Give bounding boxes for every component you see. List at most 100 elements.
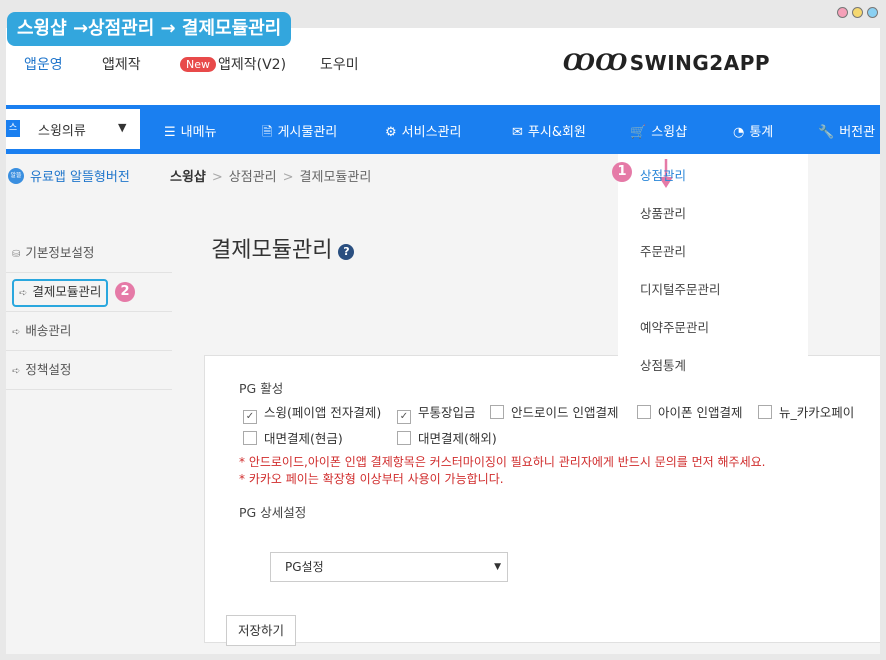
breadcrumb-item[interactable]: 상점관리 <box>229 170 277 185</box>
main-nav-bar: 스 스윙의류 ▼ ☰ 내메뉴 🗎 게시물관리 ⚙ 서비스관리 ✉ 푸시&회원 🛒 스윙샵 … <box>6 105 880 154</box>
top-nav-help[interactable]: 도우미 <box>320 54 359 74</box>
step-marker-two: 2 <box>115 282 135 302</box>
sidebar-item-label: 배송관리 <box>25 323 72 338</box>
app-frame: 앱운영 앱제작 New 앱제작(V2) 도우미 ꝎꝎ SWING2APP 스 스윙의… <box>6 28 880 654</box>
drive-icon: ⛁ <box>12 249 21 260</box>
app-select-dropdown[interactable]: 스 스윙의류 ▼ <box>6 109 140 149</box>
sidebar-item-label: 결제모듈관리 <box>32 284 102 299</box>
pg-settings-select[interactable]: PG설정 ▼ <box>270 552 508 582</box>
nav-label: 푸시&회원 <box>527 125 586 140</box>
checkbox-icon[interactable] <box>490 405 504 419</box>
caret-down-icon: ▼ <box>494 562 501 572</box>
sidebar: ⛁ 기본정보설정 ➪ 결제모듈관리 2 ➪ 배송관리 ➪ 정책설정 <box>6 234 172 390</box>
wrench-icon: 🔧 <box>818 125 835 140</box>
sidebar-item-payment-module[interactable]: ➪ 결제모듈관리 2 <box>6 273 172 312</box>
option-bank-transfer[interactable]: ✓ 무통장입금 <box>397 402 476 424</box>
logo-text: SWING2APP <box>629 51 771 75</box>
breadcrumb-separator: > <box>211 170 223 185</box>
sidebar-item-policy[interactable]: ➪ 정책설정 <box>6 351 172 390</box>
checkbox-checked-icon[interactable]: ✓ <box>243 410 257 424</box>
cart-icon: 🛒 <box>630 125 647 140</box>
option-label: 대면결제(현금) <box>264 431 343 446</box>
window-controls <box>837 7 878 18</box>
warning-kakaopay: * 카카오 페이는 확장형 이상부터 사용이 가능합니다. <box>239 472 504 486</box>
nav-label: 내메뉴 <box>180 125 217 140</box>
window-dot-icon[interactable] <box>837 7 848 18</box>
app-icon: 스 <box>6 120 20 137</box>
pg-detail-label: PG 상세설정 <box>239 505 307 520</box>
paid-badge-icon: 알뜰 <box>8 168 24 184</box>
page-title: 결제모듈관리? <box>211 232 355 264</box>
checkbox-icon[interactable] <box>243 431 257 445</box>
dropdown-item-order-manage[interactable]: 주문관리 <box>640 241 686 260</box>
window-dot-icon[interactable] <box>867 7 878 18</box>
nav-my-menu[interactable]: ☰ 내메뉴 <box>164 121 217 140</box>
nav-swing-shop[interactable]: 🛒 스윙샵 <box>630 121 687 140</box>
nav-label: 게시물관리 <box>277 125 338 140</box>
top-nav-app-build-v2[interactable]: New 앱제작(V2) <box>180 54 286 74</box>
save-button[interactable]: 저장하기 <box>226 615 297 646</box>
pg-active-label: PG 활성 <box>239 381 284 396</box>
option-label: 스윙(페이앱 전자결제) <box>264 405 382 420</box>
breadcrumb-separator: > <box>282 170 294 185</box>
breadcrumb: 스윙샵 > 상점관리 > 결제모듈관리 <box>170 166 371 185</box>
option-face-overseas[interactable]: 대면결제(해외) <box>397 428 497 447</box>
gear-icon: ⚙ <box>385 125 397 140</box>
chart-icon: ◔ <box>733 125 745 140</box>
help-icon[interactable]: ? <box>338 244 355 260</box>
nav-posts[interactable]: 🗎 게시물관리 <box>262 121 337 145</box>
logo-mark-icon: ꝎꝎ <box>563 50 628 76</box>
sidebar-item-basic-info[interactable]: ⛁ 기본정보설정 <box>6 234 172 273</box>
option-label: 대면결제(해외) <box>418 431 497 446</box>
page-title-text: 결제모듈관리 <box>211 238 333 263</box>
sidebar-highlight: ➪ 결제모듈관리 <box>12 279 109 307</box>
shop-dropdown-menu: 1 상점관리 상품관리 주문관리 디지털주문관리 예약주문관리 상점통계 <box>612 154 808 377</box>
nav-label: 스윙샵 <box>651 125 688 140</box>
option-kakaopay[interactable]: 뉴_카카오페이 <box>758 402 854 421</box>
sidebar-item-shipping[interactable]: ➪ 배송관리 <box>6 312 172 351</box>
breadcrumb-item: 결제모듈관리 <box>299 170 372 185</box>
paid-version-link[interactable]: 유료앱 알뜰형버전 <box>30 166 130 185</box>
dropdown-item-shop-stats[interactable]: 상점통계 <box>640 355 686 374</box>
nav-label: 버전관 <box>839 125 876 140</box>
swing2app-logo[interactable]: ꝎꝎ SWING2APP <box>563 50 770 76</box>
sidebar-item-label: 기본정보설정 <box>25 245 95 260</box>
new-badge: New <box>180 57 216 72</box>
option-android-iap[interactable]: 안드로이드 인앱결제 <box>490 402 618 421</box>
arrow-right-icon: ➪ <box>12 366 21 377</box>
app-select-value: 스윙의류 <box>38 124 86 139</box>
top-nav-app-build[interactable]: 앱제작 <box>102 54 141 74</box>
dropdown-item-shop-manage[interactable]: 상점관리 <box>640 165 686 184</box>
option-face-cash[interactable]: 대면결제(현금) <box>243 428 343 447</box>
dropdown-item-digital-order[interactable]: 디지털주문관리 <box>640 279 721 298</box>
menu-icon: ☰ <box>164 125 176 140</box>
top-nav-label: 앱제작(V2) <box>218 57 287 73</box>
window-dot-icon[interactable] <box>852 7 863 18</box>
top-nav-app-operation[interactable]: 앱운영 <box>24 54 63 74</box>
checkbox-icon[interactable] <box>637 405 651 419</box>
nav-label: 통계 <box>749 125 774 140</box>
nav-stats[interactable]: ◔ 통계 <box>733 121 773 140</box>
dropdown-item-reservation-order[interactable]: 예약주문관리 <box>640 317 709 336</box>
nav-version[interactable]: 🔧 버전관 <box>818 121 875 140</box>
option-swing-payapp[interactable]: ✓ 스윙(페이앱 전자결제) <box>243 402 381 424</box>
arrow-right-icon: ➪ <box>19 288 28 299</box>
nav-push-members[interactable]: ✉ 푸시&회원 <box>512 121 586 140</box>
pg-select-value: PG설정 <box>285 560 324 574</box>
document-icon: 🗎 <box>262 125 273 140</box>
nav-services[interactable]: ⚙ 서비스관리 <box>385 121 461 140</box>
option-iphone-iap[interactable]: 아이폰 인앱결제 <box>637 402 742 421</box>
payment-settings-panel: PG 활성 ✓ 스윙(페이앱 전자결제) ✓ 무통장입금 안드로이드 인앱결제 아이… <box>204 355 880 646</box>
checkbox-icon[interactable] <box>758 405 772 419</box>
checkbox-icon[interactable] <box>397 431 411 445</box>
nav-label: 서비스관리 <box>401 125 462 140</box>
breadcrumb-item[interactable]: 스윙샵 <box>170 170 206 185</box>
dropdown-item-product-manage[interactable]: 상품관리 <box>640 203 686 222</box>
mail-icon: ✉ <box>512 125 523 140</box>
sidebar-item-label: 정책설정 <box>25 362 72 377</box>
option-label: 안드로이드 인앱결제 <box>511 405 619 420</box>
option-label: 뉴_카카오페이 <box>779 405 855 420</box>
option-label: 무통장입금 <box>418 405 476 420</box>
warning-inapp: * 안드로이드,아이폰 인앱 결제항목은 커스터마이징이 필요하니 관리자에게 … <box>239 455 766 469</box>
checkbox-checked-icon[interactable]: ✓ <box>397 410 411 424</box>
